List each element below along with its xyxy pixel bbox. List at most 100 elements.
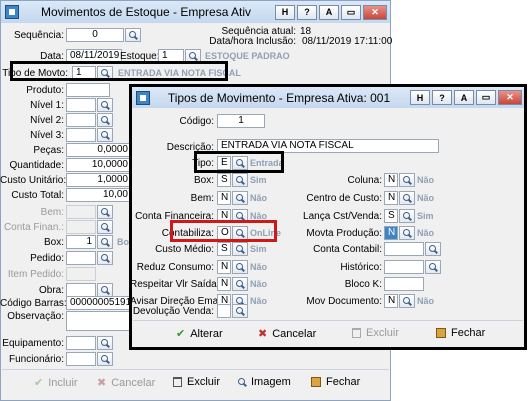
bem-option-field[interactable]: N xyxy=(217,191,231,205)
help-question-button[interactable]: ? xyxy=(297,4,317,20)
movta-producao-search-button[interactable] xyxy=(399,226,415,240)
respeitar-vlr-saida-search-button[interactable] xyxy=(232,277,248,291)
centro-custo-field[interactable]: N xyxy=(384,191,398,205)
help-h-button[interactable]: H xyxy=(275,4,295,20)
pecas-field[interactable]: 0,0000 xyxy=(66,143,132,157)
bem-option-search-button[interactable] xyxy=(232,191,248,205)
codigo-field[interactable]: 1 xyxy=(217,114,265,128)
obra-search-button[interactable] xyxy=(97,283,113,297)
observacao-field[interactable] xyxy=(66,311,132,331)
search-icon xyxy=(429,245,437,253)
font-a-button[interactable]: A xyxy=(319,4,339,20)
mov-documento-field[interactable]: N xyxy=(384,294,398,308)
exit-door-icon xyxy=(311,377,321,387)
dialog-minimize-button[interactable]: ▭ xyxy=(476,90,496,105)
devolucao-venda-field[interactable] xyxy=(217,304,231,318)
lanca-cst-venda-field[interactable]: S xyxy=(384,209,398,223)
centro-custo-label: Centro de Custo: xyxy=(306,193,382,204)
nivel2-field[interactable] xyxy=(66,113,96,127)
box-option-search-button[interactable] xyxy=(232,173,248,187)
dialog-close-button[interactable]: ✕ xyxy=(498,90,522,105)
codigo-barras-field[interactable]: 000000051911081 xyxy=(66,296,132,310)
x-icon: ✖ xyxy=(97,377,107,389)
mov-documento-search-button[interactable] xyxy=(399,294,415,308)
reduz-consumo-search-button[interactable] xyxy=(232,260,248,274)
funcionario-search-button[interactable] xyxy=(97,352,113,366)
box-option-field[interactable]: S xyxy=(217,173,231,187)
dialog-help-h-button[interactable]: H xyxy=(410,90,430,105)
pedido-field[interactable] xyxy=(66,251,96,265)
search-icon xyxy=(101,208,109,216)
respeitar-vlr-saida-field[interactable]: N xyxy=(217,277,231,291)
alterar-button[interactable]: ✔ Alterar xyxy=(176,327,223,341)
historico-search-button[interactable] xyxy=(425,260,441,274)
funcionario-field[interactable] xyxy=(66,352,96,366)
custo-medio-field[interactable]: S xyxy=(217,242,231,256)
pedido-search-button[interactable] xyxy=(97,251,113,265)
custo-unitario-field[interactable]: 1,0000 xyxy=(66,173,132,187)
excluir-dialog-button[interactable]: Excluir xyxy=(352,327,399,339)
coluna-desc: Não xyxy=(417,175,435,185)
coluna-field[interactable]: N xyxy=(384,173,398,187)
nivel2-search-button[interactable] xyxy=(97,113,113,127)
custo-total-field[interactable]: 10,00 xyxy=(66,188,132,202)
box-search-button[interactable] xyxy=(97,235,113,249)
app-icon xyxy=(5,5,19,19)
sequencia-label: Sequência: xyxy=(13,30,64,41)
conta-finan-label: Conta Finan.: xyxy=(3,222,64,233)
custo-medio-search-button[interactable] xyxy=(232,242,248,256)
box-option-label: Box: xyxy=(193,175,214,186)
main-window-title: Movimentos de Estoque - Empresa Ativ xyxy=(40,5,252,19)
main-titlebar: Movimentos de Estoque - Empresa Ativ H ?… xyxy=(1,1,390,23)
coluna-search-button[interactable] xyxy=(399,173,415,187)
produto-field[interactable] xyxy=(66,83,110,97)
close-button[interactable]: ✕ xyxy=(363,4,387,20)
excluir-main-button[interactable]: Excluir xyxy=(173,376,220,388)
fechar-main-button[interactable]: Fechar xyxy=(311,376,360,388)
search-icon xyxy=(236,307,244,315)
imagem-button[interactable]: Imagem xyxy=(238,376,291,388)
dialog-font-a-button[interactable]: A xyxy=(454,90,474,105)
minimize-button[interactable]: ▭ xyxy=(341,4,361,20)
centro-custo-search-button[interactable] xyxy=(399,191,415,205)
reduz-consumo-desc: Não xyxy=(250,262,268,272)
search-icon xyxy=(403,176,411,184)
data-hora-label: Data/hora Inclusão: xyxy=(209,36,296,47)
bem-option-desc: Não xyxy=(250,193,268,203)
box-field[interactable]: 1 xyxy=(66,235,96,249)
devolucao-venda-search-button[interactable] xyxy=(232,304,248,318)
obra-field[interactable] xyxy=(66,283,96,297)
bloco-k-field[interactable] xyxy=(384,277,424,291)
respeitar-vlr-saida-desc: Não xyxy=(250,279,268,289)
bem-option-label: Bem: xyxy=(190,193,214,204)
equipamento-search-button[interactable] xyxy=(97,336,113,350)
search-icon xyxy=(129,31,137,39)
bem-search-button xyxy=(97,205,113,219)
sequencia-field[interactable]: 0 xyxy=(66,28,124,42)
dialog-help-question-button[interactable]: ? xyxy=(432,90,452,105)
nivel3-field[interactable] xyxy=(66,128,96,142)
incluir-button[interactable]: ✔ Incluir xyxy=(34,376,78,390)
lanca-cst-venda-search-button[interactable] xyxy=(399,209,415,223)
conta-contabil-label: Conta Contabil: xyxy=(313,244,382,255)
nivel3-search-button[interactable] xyxy=(97,128,113,142)
nivel1-search-button[interactable] xyxy=(97,98,113,112)
historico-field[interactable] xyxy=(384,260,424,274)
nivel1-field[interactable] xyxy=(66,98,96,112)
cancelar-main-button[interactable]: ✖ Cancelar xyxy=(97,376,155,390)
reduz-consumo-field[interactable]: N xyxy=(217,260,231,274)
conta-contabil-search-button[interactable] xyxy=(425,242,441,256)
quantidade-field[interactable]: 10,0000 xyxy=(66,158,132,172)
nivel1-label: Nível 1: xyxy=(30,100,64,111)
cancelar-dialog-button[interactable]: ✖ Cancelar xyxy=(258,327,316,341)
fechar-dialog-button[interactable]: Fechar xyxy=(436,327,485,339)
conta-contabil-field[interactable] xyxy=(384,242,424,256)
equipamento-field[interactable] xyxy=(66,336,96,350)
check-icon: ✔ xyxy=(34,377,44,389)
movta-producao-field[interactable]: N xyxy=(384,226,398,240)
sequencia-search-button[interactable] xyxy=(125,28,141,42)
magnifier-icon xyxy=(238,378,246,386)
custo-medio-label: Custo Médio: xyxy=(155,244,214,255)
mov-documento-desc: Não xyxy=(417,296,435,306)
search-icon xyxy=(403,212,411,220)
